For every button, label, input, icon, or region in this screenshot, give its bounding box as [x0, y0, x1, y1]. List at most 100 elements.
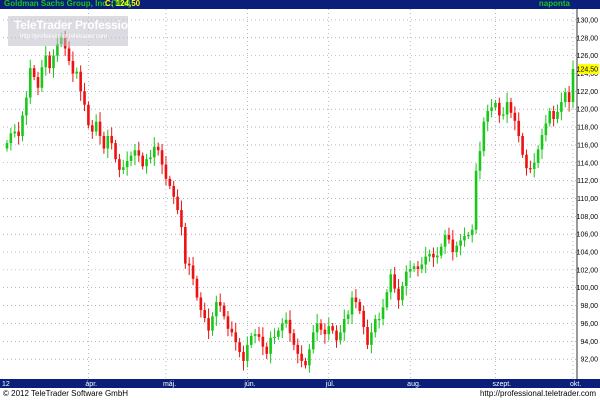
candle-body: [222, 305, 226, 317]
candle: [486, 104, 490, 132]
x-tick-label: ápr.: [85, 381, 97, 388]
candle: [114, 139, 117, 163]
candle: [141, 152, 144, 170]
source-link[interactable]: http://professional.teletrader.com: [480, 389, 596, 399]
candle-body: [149, 157, 152, 160]
interval-label[interactable]: naponta: [539, 0, 570, 9]
candle-body: [366, 327, 369, 345]
candle-body: [420, 264, 424, 269]
candle-body: [354, 297, 358, 303]
candle: [90, 119, 94, 139]
candle: [156, 142, 160, 156]
candle: [234, 322, 238, 351]
candle: [129, 151, 133, 167]
candle: [207, 308, 210, 340]
candle: [79, 65, 82, 101]
candle: [339, 324, 342, 345]
candle: [71, 51, 75, 82]
candle-body: [540, 135, 544, 150]
candle: [277, 327, 280, 340]
candle: [13, 124, 17, 138]
candle-body: [296, 344, 300, 354]
footer: © 2012 TeleTrader Software GmbH http://p…: [0, 388, 600, 400]
candle-body: [292, 333, 296, 345]
candle: [36, 71, 40, 96]
candle-body: [277, 330, 280, 337]
copyright-text: © 2012 TeleTrader Software GmbH: [3, 389, 129, 398]
candle: [308, 344, 311, 373]
candle: [416, 261, 420, 277]
candle-body: [327, 326, 331, 335]
candle: [412, 263, 416, 273]
candle-body: [249, 335, 253, 345]
candle: [222, 302, 226, 320]
time-axis: 12 ápr. máj. jún. júl. aug. szept. okt.: [0, 379, 600, 388]
candle-body: [482, 121, 486, 152]
y-tick-label: 110,00: [577, 196, 598, 203]
candle: [354, 289, 358, 309]
candle-body: [122, 167, 125, 170]
candle: [521, 132, 524, 158]
y-tick-label: 102,00: [577, 267, 599, 274]
candle: [377, 312, 381, 329]
candle: [397, 279, 400, 309]
candle: [153, 137, 156, 166]
candle: [87, 101, 90, 129]
candlestick-chart[interactable]: 130,00128,00126,00124,00122,00120,00118,…: [0, 9, 600, 379]
candle: [48, 51, 51, 74]
y-tick-label: 96,00: [580, 321, 598, 328]
candle-body: [474, 170, 478, 230]
candle: [32, 65, 36, 81]
candle: [439, 243, 443, 259]
candle-body: [304, 360, 307, 366]
candle: [393, 266, 396, 293]
y-tick-label: 126,00: [577, 53, 599, 60]
candle-body: [436, 255, 439, 258]
candle: [420, 257, 424, 274]
x-tick-label: jún.: [243, 381, 255, 388]
candle: [164, 156, 168, 186]
candle: [311, 324, 315, 354]
watermark-name: TeleTrader Professional: [14, 18, 145, 32]
candle-body: [552, 110, 555, 120]
candle: [172, 180, 175, 205]
candle: [102, 131, 106, 154]
candle: [532, 153, 536, 178]
candle-body: [242, 352, 245, 361]
candle: [98, 112, 102, 145]
candle: [199, 292, 203, 318]
candle: [443, 229, 447, 255]
candle-body: [358, 302, 362, 311]
candle-body: [187, 263, 191, 266]
candle: [373, 314, 377, 338]
candle-body: [176, 196, 179, 211]
candle-body: [71, 60, 75, 74]
candle: [498, 97, 501, 123]
candle-body: [118, 159, 121, 170]
candle-body: [98, 121, 102, 136]
candle-body: [335, 330, 338, 341]
candle: [242, 345, 245, 371]
candle: [436, 247, 439, 264]
candle-body: [110, 135, 113, 144]
candle-body: [114, 143, 117, 160]
candle: [536, 145, 540, 169]
candle: [366, 319, 369, 350]
candle-body: [459, 240, 462, 246]
watermark-logo: TeleTrader Professional http://professio…: [8, 16, 145, 46]
candle: [501, 107, 505, 120]
candle: [346, 310, 350, 325]
candle: [75, 67, 79, 79]
candle: [540, 128, 544, 159]
y-tick-label: 98,00: [580, 303, 598, 310]
candle: [447, 227, 451, 244]
candle-body: [195, 278, 199, 298]
candle: [560, 92, 563, 121]
y-tick-label: 106,00: [577, 232, 599, 239]
candle: [133, 143, 137, 166]
candle-body: [269, 337, 272, 354]
candle-body: [87, 104, 90, 126]
candle-body: [370, 332, 373, 345]
candle: [176, 189, 179, 215]
candle-body: [226, 316, 230, 329]
